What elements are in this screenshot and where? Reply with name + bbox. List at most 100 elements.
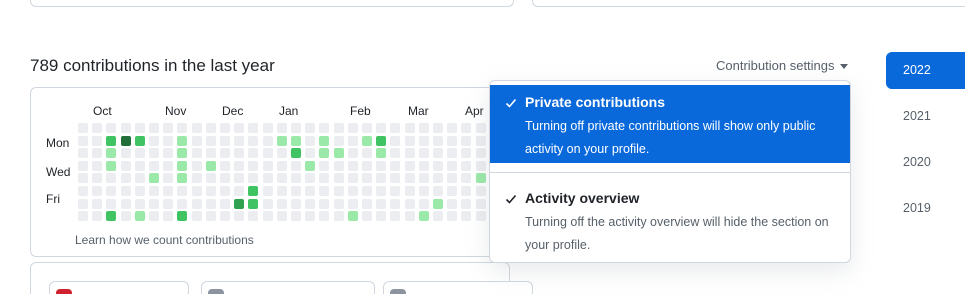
contribution-cell[interactable] xyxy=(248,211,259,221)
contribution-cell[interactable] xyxy=(92,148,103,159)
contribution-cell[interactable] xyxy=(347,211,358,221)
contribution-cell[interactable] xyxy=(191,123,202,133)
contribution-cell[interactable] xyxy=(461,173,472,184)
contribution-cell[interactable] xyxy=(262,160,273,171)
contribution-cell[interactable] xyxy=(234,123,245,133)
contribution-cell[interactable] xyxy=(163,135,174,146)
contribution-cell[interactable] xyxy=(248,198,259,209)
contribution-cell[interactable] xyxy=(418,135,429,146)
contribution-cell[interactable] xyxy=(433,198,443,209)
contribution-cell[interactable] xyxy=(319,123,330,133)
contribution-cell[interactable] xyxy=(248,186,259,196)
contribution-cell[interactable] xyxy=(291,148,301,159)
contribution-cell[interactable] xyxy=(134,148,145,159)
contribution-cell[interactable] xyxy=(347,135,358,146)
contribution-cell[interactable] xyxy=(248,173,259,184)
contribution-cell[interactable] xyxy=(433,173,443,184)
contribution-cell[interactable] xyxy=(134,186,145,196)
contribution-cell[interactable] xyxy=(376,211,387,221)
contribution-cell[interactable] xyxy=(347,148,358,159)
contribution-cell[interactable] xyxy=(319,160,330,171)
contribution-cell[interactable] xyxy=(447,135,458,146)
contribution-cell[interactable] xyxy=(205,160,216,171)
contribution-cell[interactable] xyxy=(390,123,401,133)
contribution-cell[interactable] xyxy=(276,160,287,171)
contribution-cell[interactable] xyxy=(205,148,216,159)
repo-chip[interactable] xyxy=(383,281,533,294)
contribution-cell[interactable] xyxy=(248,123,259,133)
contribution-cell[interactable] xyxy=(191,148,202,159)
contribution-cell[interactable] xyxy=(149,173,159,184)
contribution-cell[interactable] xyxy=(262,123,273,133)
contribution-cell[interactable] xyxy=(120,160,131,171)
contribution-cell[interactable] xyxy=(447,160,458,171)
contribution-cell[interactable] xyxy=(78,160,88,171)
contribution-cell[interactable] xyxy=(404,160,415,171)
contribution-cell[interactable] xyxy=(220,123,230,133)
contribution-cell[interactable] xyxy=(234,186,245,196)
contribution-cell[interactable] xyxy=(262,135,273,146)
contribution-cell[interactable] xyxy=(234,198,245,209)
contribution-cell[interactable] xyxy=(475,198,486,209)
contribution-cell[interactable] xyxy=(149,186,159,196)
contribution-cell[interactable] xyxy=(333,148,344,159)
contribution-cell[interactable] xyxy=(362,186,372,196)
contribution-cell[interactable] xyxy=(376,123,387,133)
contribution-cell[interactable] xyxy=(333,211,344,221)
contribution-cell[interactable] xyxy=(404,186,415,196)
contribution-cell[interactable] xyxy=(149,160,159,171)
contribution-cell[interactable] xyxy=(134,160,145,171)
contribution-cell[interactable] xyxy=(120,198,131,209)
contribution-cell[interactable] xyxy=(291,160,301,171)
contribution-cell[interactable] xyxy=(220,173,230,184)
contribution-cell[interactable] xyxy=(447,198,458,209)
contribution-cell[interactable] xyxy=(362,211,372,221)
contribution-cell[interactable] xyxy=(106,186,117,196)
contribution-cell[interactable] xyxy=(78,123,88,133)
contribution-cell[interactable] xyxy=(276,198,287,209)
menu-item-private-contributions[interactable]: Private contributions Turning off privat… xyxy=(490,85,850,163)
repo-chip[interactable] xyxy=(201,281,375,294)
contribution-cell[interactable] xyxy=(433,123,443,133)
contribution-cell[interactable] xyxy=(362,160,372,171)
contribution-cell[interactable] xyxy=(106,211,117,221)
contribution-cell[interactable] xyxy=(177,198,188,209)
contribution-cell[interactable] xyxy=(276,148,287,159)
contribution-cell[interactable] xyxy=(418,186,429,196)
contribution-cell[interactable] xyxy=(447,123,458,133)
year-2022[interactable]: 2022 xyxy=(886,52,965,89)
contribution-cell[interactable] xyxy=(205,135,216,146)
contribution-cell[interactable] xyxy=(205,123,216,133)
contribution-cell[interactable] xyxy=(205,198,216,209)
contribution-cell[interactable] xyxy=(390,198,401,209)
contribution-cell[interactable] xyxy=(163,186,174,196)
contribution-cell[interactable] xyxy=(362,198,372,209)
contribution-cell[interactable] xyxy=(418,148,429,159)
contribution-cell[interactable] xyxy=(433,148,443,159)
contribution-cell[interactable] xyxy=(92,198,103,209)
contribution-cell[interactable] xyxy=(291,211,301,221)
contribution-cell[interactable] xyxy=(177,160,188,171)
contribution-cell[interactable] xyxy=(291,198,301,209)
contribution-cell[interactable] xyxy=(106,135,117,146)
contribution-cell[interactable] xyxy=(376,160,387,171)
contribution-cell[interactable] xyxy=(347,173,358,184)
contribution-cell[interactable] xyxy=(191,186,202,196)
contribution-cell[interactable] xyxy=(447,148,458,159)
contribution-cell[interactable] xyxy=(163,198,174,209)
contribution-cell[interactable] xyxy=(390,186,401,196)
contribution-cell[interactable] xyxy=(149,123,159,133)
contribution-cell[interactable] xyxy=(120,173,131,184)
contribution-cell[interactable] xyxy=(92,160,103,171)
contribution-cell[interactable] xyxy=(461,123,472,133)
contribution-cell[interactable] xyxy=(191,211,202,221)
contribution-cell[interactable] xyxy=(177,148,188,159)
contribution-cell[interactable] xyxy=(447,173,458,184)
contribution-cell[interactable] xyxy=(418,173,429,184)
contribution-cell[interactable] xyxy=(319,173,330,184)
contribution-cell[interactable] xyxy=(404,123,415,133)
contribution-cell[interactable] xyxy=(447,186,458,196)
contribution-cell[interactable] xyxy=(177,173,188,184)
contribution-cell[interactable] xyxy=(191,135,202,146)
contribution-cell[interactable] xyxy=(291,123,301,133)
